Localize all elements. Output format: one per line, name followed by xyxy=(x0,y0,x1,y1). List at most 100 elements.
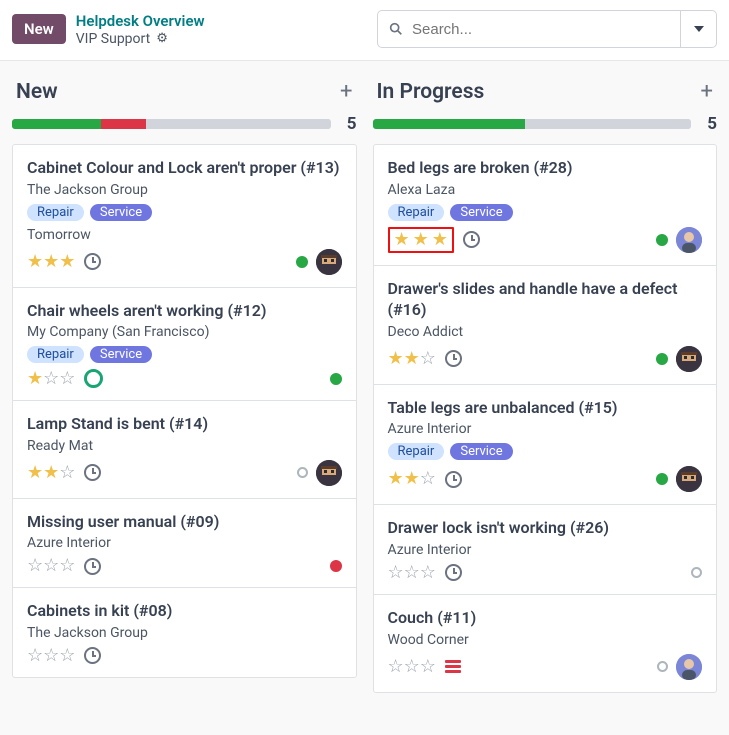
lifering-icon[interactable] xyxy=(84,369,103,388)
kanban-card[interactable]: Drawer lock isn't working (#26)Azure Int… xyxy=(374,505,717,595)
card-title: Missing user manual (#09) xyxy=(27,511,342,533)
clock-icon[interactable] xyxy=(445,564,462,581)
tag[interactable]: Repair xyxy=(388,443,445,460)
status-dot[interactable] xyxy=(330,560,342,572)
clock-icon[interactable] xyxy=(84,464,101,481)
star-icon[interactable]: ☆ xyxy=(420,468,436,489)
column-count: 5 xyxy=(699,114,717,134)
card-title: Lamp Stand is bent (#14) xyxy=(27,413,342,435)
star-icon[interactable]: ★ xyxy=(404,348,420,369)
status-dot[interactable] xyxy=(656,473,668,485)
kanban-card[interactable]: Cabinet Colour and Lock aren't proper (#… xyxy=(13,145,356,288)
assignee-avatar[interactable] xyxy=(676,346,702,372)
star-icon[interactable]: ★ xyxy=(432,231,448,249)
star-icon[interactable]: ☆ xyxy=(420,348,436,369)
star-icon[interactable]: ☆ xyxy=(59,555,75,576)
status-dot[interactable] xyxy=(297,467,308,478)
star-icon[interactable]: ★ xyxy=(394,231,410,249)
priority-stars[interactable]: ★★★ xyxy=(27,253,75,271)
clock-icon[interactable] xyxy=(84,253,101,270)
gear-icon[interactable]: ⚙ xyxy=(156,31,168,46)
star-icon[interactable]: ☆ xyxy=(27,555,43,576)
assignee-avatar[interactable] xyxy=(316,249,342,275)
clock-icon[interactable] xyxy=(445,471,462,488)
star-icon[interactable]: ☆ xyxy=(59,368,75,389)
status-dot[interactable] xyxy=(656,353,668,365)
clock-icon[interactable] xyxy=(84,558,101,575)
clock-icon[interactable] xyxy=(445,350,462,367)
card-tags: Repair Service xyxy=(388,204,703,221)
kanban-card[interactable]: Drawer's slides and handle have a defect… xyxy=(374,266,717,385)
status-dot[interactable] xyxy=(691,567,702,578)
priority-stars[interactable]: ★★★ xyxy=(388,227,454,253)
status-dot[interactable] xyxy=(296,256,308,268)
tag[interactable]: Repair xyxy=(27,346,84,363)
kanban-card[interactable]: Table legs are unbalanced (#15)Azure Int… xyxy=(374,385,717,506)
star-icon[interactable]: ☆ xyxy=(59,462,75,483)
search-dropdown-toggle[interactable] xyxy=(680,11,716,47)
star-icon[interactable]: ☆ xyxy=(27,645,43,666)
star-icon[interactable]: ☆ xyxy=(43,555,59,576)
priority-stars[interactable]: ☆☆☆ xyxy=(388,658,436,676)
column-progress[interactable]: 5 xyxy=(12,114,357,134)
add-card-button[interactable]: + xyxy=(701,79,713,104)
tag[interactable]: Service xyxy=(450,204,512,221)
tag[interactable]: Repair xyxy=(27,204,84,221)
new-button[interactable]: New xyxy=(12,14,66,44)
tag[interactable]: Repair xyxy=(388,204,445,221)
star-icon[interactable]: ★ xyxy=(388,348,404,369)
star-icon[interactable]: ☆ xyxy=(420,656,436,677)
priority-stars[interactable]: ★★☆ xyxy=(388,350,436,368)
card-customer: Wood Corner xyxy=(388,632,703,648)
star-icon[interactable]: ☆ xyxy=(404,656,420,677)
clock-icon[interactable] xyxy=(84,647,101,664)
kanban-card[interactable]: Couch (#11)Wood Corner☆☆☆ xyxy=(374,595,717,692)
priority-stars[interactable]: ☆☆☆ xyxy=(27,557,75,575)
star-icon[interactable]: ☆ xyxy=(43,645,59,666)
kanban-card[interactable]: Missing user manual (#09)Azure Interior☆… xyxy=(13,499,356,589)
column-progress[interactable]: 5 xyxy=(373,114,718,134)
star-icon[interactable]: ☆ xyxy=(43,368,59,389)
tag[interactable]: Service xyxy=(450,443,512,460)
star-icon[interactable]: ★ xyxy=(27,462,43,483)
star-icon[interactable]: ★ xyxy=(413,231,429,249)
star-icon[interactable]: ☆ xyxy=(420,562,436,583)
search-input[interactable] xyxy=(412,21,670,38)
star-icon[interactable]: ☆ xyxy=(388,656,404,677)
priority-stars[interactable]: ★☆☆ xyxy=(27,370,75,388)
kanban-card[interactable]: Cabinets in kit (#08)The Jackson Group☆☆… xyxy=(13,588,356,677)
priority-stars[interactable]: ☆☆☆ xyxy=(388,564,436,582)
star-icon[interactable]: ★ xyxy=(59,251,75,272)
tag[interactable]: Service xyxy=(90,204,152,221)
column-title[interactable]: In Progress xyxy=(377,80,701,104)
star-icon[interactable]: ★ xyxy=(27,368,43,389)
star-icon[interactable]: ★ xyxy=(404,468,420,489)
status-dot[interactable] xyxy=(656,234,668,246)
star-icon[interactable]: ☆ xyxy=(388,562,404,583)
kanban-card[interactable]: Chair wheels aren't working (#12)My Comp… xyxy=(13,288,356,402)
breadcrumb-top[interactable]: Helpdesk Overview xyxy=(76,12,205,30)
kanban-card[interactable]: Lamp Stand is bent (#14)Ready Mat★★☆ xyxy=(13,401,356,499)
assignee-avatar[interactable] xyxy=(316,460,342,486)
priority-stars[interactable]: ★★☆ xyxy=(27,464,75,482)
star-icon[interactable]: ☆ xyxy=(59,645,75,666)
assignee-avatar[interactable] xyxy=(676,227,702,253)
assignee-avatar[interactable] xyxy=(676,466,702,492)
status-dot[interactable] xyxy=(657,661,668,672)
assignee-avatar[interactable] xyxy=(676,654,702,680)
star-icon[interactable]: ☆ xyxy=(404,562,420,583)
status-dot[interactable] xyxy=(330,373,342,385)
star-icon[interactable]: ★ xyxy=(43,251,59,272)
column-title[interactable]: New xyxy=(16,80,340,104)
star-icon[interactable]: ★ xyxy=(388,468,404,489)
kanban-card[interactable]: Bed legs are broken (#28)Alexa LazaRepai… xyxy=(374,145,717,266)
search-box[interactable] xyxy=(377,10,717,48)
add-card-button[interactable]: + xyxy=(340,79,352,104)
tag[interactable]: Service xyxy=(90,346,152,363)
priority-stars[interactable]: ☆☆☆ xyxy=(27,647,75,665)
star-icon[interactable]: ★ xyxy=(27,251,43,272)
clock-icon[interactable] xyxy=(463,231,480,248)
priority-stars[interactable]: ★★☆ xyxy=(388,470,436,488)
star-icon[interactable]: ★ xyxy=(43,462,59,483)
server-icon[interactable] xyxy=(445,660,461,673)
